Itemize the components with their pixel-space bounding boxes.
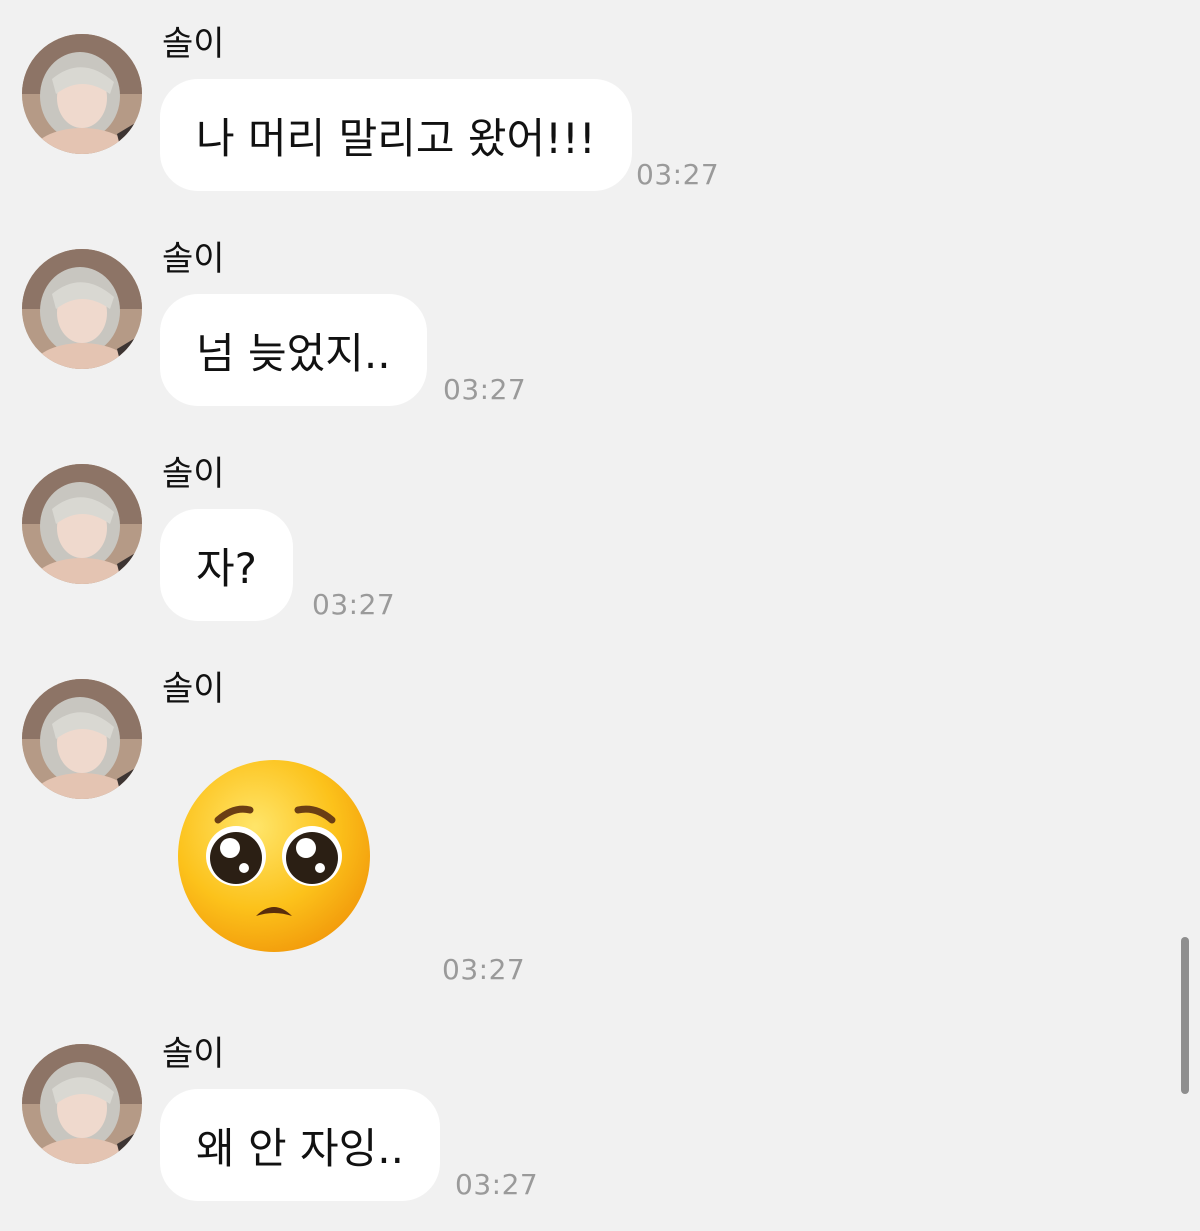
message-time: 03:27 (312, 588, 396, 621)
sender-avatar[interactable] (22, 464, 142, 584)
message-bubble[interactable]: 넘 늦었지.. (160, 294, 427, 406)
message-text: 자? (196, 543, 257, 593)
sender-name: 솔이 (162, 1034, 225, 1074)
avatar-image (22, 1044, 142, 1164)
sender-name: 솔이 (162, 669, 225, 709)
pleading-face-emoji-icon[interactable] (176, 758, 372, 954)
sender-name: 솔이 (162, 239, 225, 279)
message-bubble[interactable]: 나 머리 말리고 왔어!!! (160, 79, 632, 191)
scrollbar-thumb[interactable] (1181, 937, 1189, 1094)
message-time: 03:27 (455, 1168, 539, 1201)
message-time: 03:27 (443, 373, 527, 406)
chat-message-list[interactable]: 솔이 나 머리 말리고 왔어!!! 03:27 솔이 넘 늦었지.. 03:27 (0, 0, 1200, 1231)
avatar-image (22, 464, 142, 584)
avatar-image (22, 249, 142, 369)
message-text: 나 머리 말리고 왔어!!! (196, 113, 596, 163)
message-text: 왜 안 자잉.. (196, 1123, 404, 1173)
sender-name: 솔이 (162, 24, 225, 64)
sender-name: 솔이 (162, 454, 225, 494)
message-text: 넘 늦었지.. (196, 328, 391, 378)
avatar-image (22, 679, 142, 799)
message-bubble[interactable]: 자? (160, 509, 293, 621)
sender-avatar[interactable] (22, 249, 142, 369)
message-time: 03:27 (442, 953, 526, 986)
message-time: 03:27 (636, 158, 720, 191)
sender-avatar[interactable] (22, 34, 142, 154)
sender-avatar[interactable] (22, 1044, 142, 1164)
avatar-image (22, 34, 142, 154)
sender-avatar[interactable] (22, 679, 142, 799)
message-bubble[interactable]: 왜 안 자잉.. (160, 1089, 440, 1201)
